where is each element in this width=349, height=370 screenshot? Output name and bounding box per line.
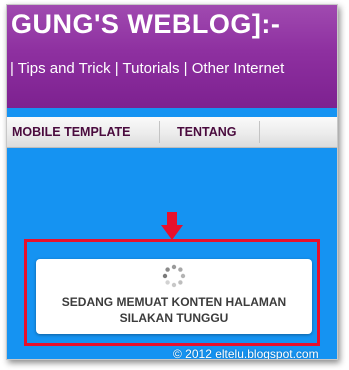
nav-bar: MOBILE TEMPLATE TENTANG [7,117,337,148]
nav-item-tentang[interactable]: TENTANG [177,117,237,147]
site-title[interactable]: GUNG'S WEBLOG]:- [11,9,280,40]
loading-card: SEDANG MEMUAT KONTEN HALAMAN SILAKAN TUN… [36,259,312,334]
loading-spinner-icon [162,264,186,288]
nav-item-mobile-template[interactable]: MOBILE TEMPLATE [12,117,131,147]
arrow-down-icon [161,212,183,240]
copyright-watermark: © 2012 eltelu.blogspot.com [173,347,319,360]
nav-divider [159,121,160,143]
site-tagline: | Tips and Trick | Tutorials | Other Int… [10,60,285,77]
blog-header: GUNG'S WEBLOG]:- | Tips and Trick | Tuto… [7,5,337,108]
nav-divider [259,121,260,143]
loading-submessage: SILAKAN TUNGGU [119,311,229,325]
loading-message: SEDANG MEMUAT KONTEN HALAMAN [61,295,287,309]
screenshot-frame: GUNG'S WEBLOG]:- | Tips and Trick | Tuto… [6,4,338,360]
